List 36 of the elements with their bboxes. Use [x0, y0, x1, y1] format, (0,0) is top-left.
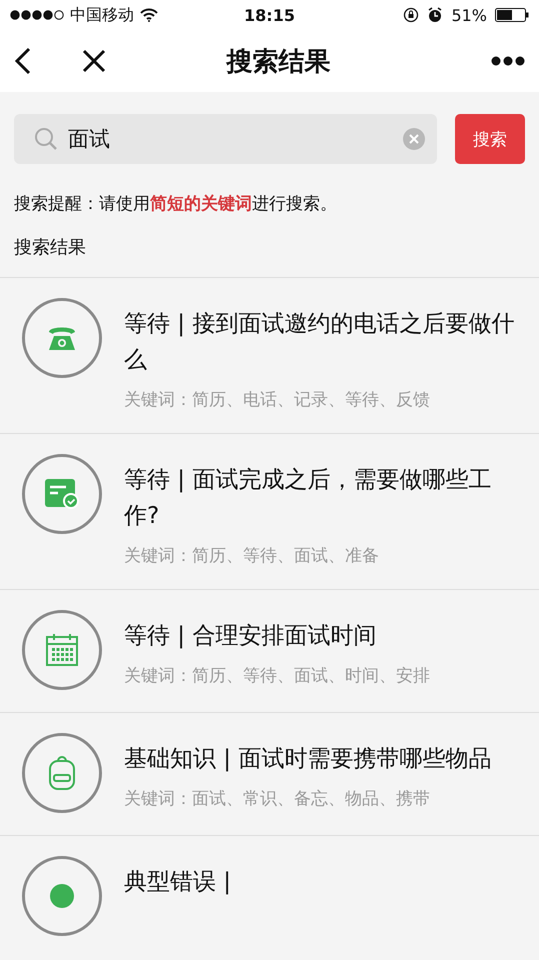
document-check-icon: [44, 478, 80, 510]
result-keywords: 关键词：简历、等待、面试、准备: [124, 545, 380, 567]
battery-icon: [495, 8, 529, 22]
result-title: 等待 | 合理安排面试时间: [124, 622, 378, 651]
rotation-lock-icon: [403, 7, 420, 23]
result-keywords: 关键词：面试、常识、备忘、物品、携带: [124, 788, 431, 810]
search-field[interactable]: 面试: [14, 114, 437, 164]
search-hint: 搜索提醒：请使用简短的关键词进行搜索。: [14, 193, 338, 215]
section-title: 搜索结果: [14, 236, 87, 259]
result-item[interactable]: 基础知识 | 面试时需要携带哪些物品 关键词：面试、常识、备忘、物品、携带: [0, 712, 539, 835]
wifi-icon: [140, 8, 158, 22]
result-keywords: 关键词：简历、等待、面试、时间、安排: [124, 665, 431, 687]
result-title: 典型错误 |: [124, 868, 232, 897]
carrier-name: 中国移动: [70, 4, 134, 26]
result-title: 基础知识 | 面试时需要携带哪些物品: [124, 745, 492, 774]
alarm-icon: [427, 7, 444, 23]
search-button[interactable]: 搜索: [455, 114, 525, 164]
back-icon[interactable]: [14, 47, 32, 75]
close-icon[interactable]: [82, 49, 106, 73]
backpack-icon: [48, 755, 76, 791]
result-item[interactable]: 等待 | 面试完成之后，需要做哪些工作? 关键词：简历、等待、面试、准备: [0, 433, 539, 589]
result-item[interactable]: 等待 | 接到面试邀约的电话之后要做什么 关键词：简历、电话、记录、等待、反馈: [0, 277, 539, 433]
search-value: 面试: [68, 126, 111, 153]
search-icon: [34, 127, 58, 151]
page-title: 搜索结果: [225, 46, 332, 78]
result-title: 等待 | 接到面试邀约的电话之后要做什么: [124, 310, 516, 375]
result-item[interactable]: 等待 | 合理安排面试时间 关键词：简历、等待、面试、时间、安排: [0, 589, 539, 712]
result-keywords: 关键词：简历、电话、记录、等待、反馈: [124, 389, 431, 411]
more-icon[interactable]: [491, 56, 525, 66]
battery-percent: 51%: [451, 6, 487, 24]
result-item[interactable]: 典型错误 |: [0, 835, 539, 958]
calendar-icon: [45, 633, 79, 667]
clock-time: 18:15: [244, 6, 295, 24]
result-title: 等待 | 面试完成之后，需要做哪些工作?: [124, 466, 492, 531]
round-icon: [49, 883, 75, 909]
signal-icon: [10, 10, 64, 20]
